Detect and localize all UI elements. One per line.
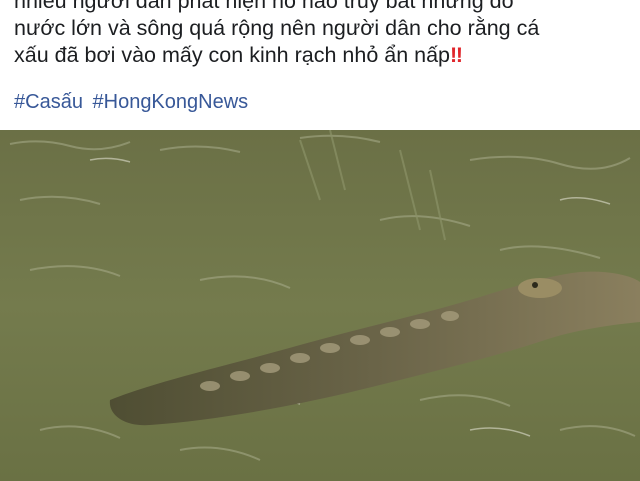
post-body-text: nhiều người dân phát hiện hô hào truy bắ… [14,0,626,69]
hashtag-casau-link[interactable]: #Casấu [14,91,83,113]
post-text-line-3-content: xấu đã bơi vào mấy con kinh rạch nhỏ ẩn … [14,43,451,67]
hashtag-row: #Casấu #HongKongNews [14,89,252,115]
post-text-line-1: nhiều người dân phát hiện hô hào truy bắ… [14,0,514,13]
post-text-line-3: xấu đã bơi vào mấy con kinh rạch nhỏ ẩn … [14,42,626,69]
post-text-line-2: nước lớn và sông quá rộng nên người dân … [14,16,540,40]
facebook-post: nhiều người dân phát hiện hô hào truy bắ… [0,0,640,481]
hashtag-hongkongnews-link[interactable]: #HongKongNews [93,91,249,113]
double-exclamation-icon: ‼ [450,43,463,67]
crocodile-photo[interactable] [0,130,640,481]
crocodile-in-river-photo-icon [0,130,640,481]
